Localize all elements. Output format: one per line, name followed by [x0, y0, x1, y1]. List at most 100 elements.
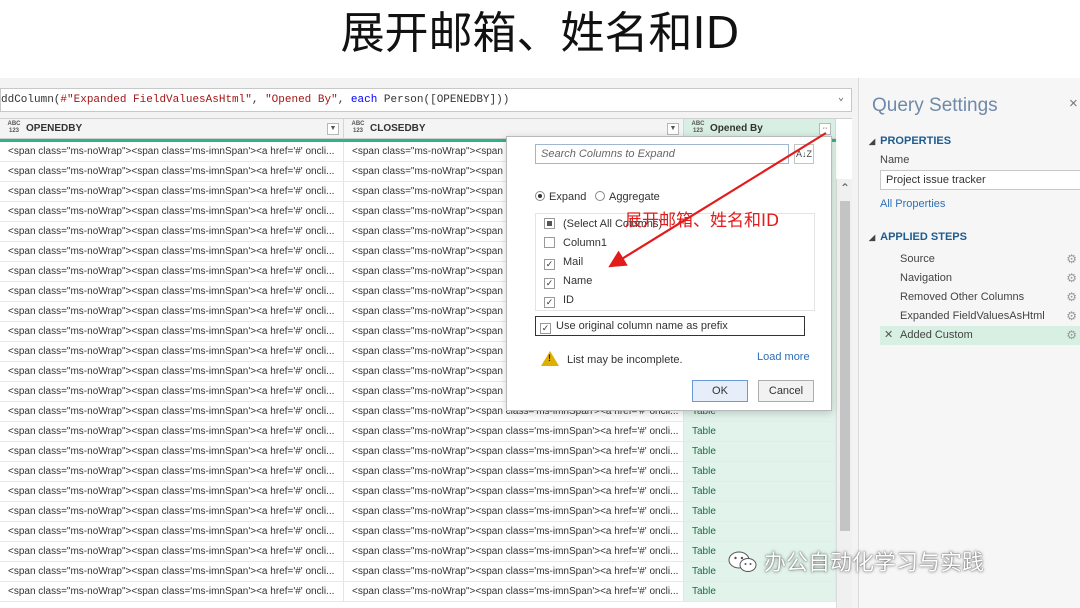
expand-column-icon[interactable]: ⇔ — [819, 123, 831, 135]
cell-openedby[interactable]: <span class="ms-noWrap"><span class='ms-… — [0, 342, 344, 361]
cell-openedby[interactable]: <span class="ms-noWrap"><span class='ms-… — [0, 482, 344, 501]
cell-openedby[interactable]: <span class="ms-noWrap"><span class='ms-… — [0, 502, 344, 521]
cell-openedby[interactable]: <span class="ms-noWrap"><span class='ms-… — [0, 582, 344, 601]
cell-openedby[interactable]: <span class="ms-noWrap"><span class='ms-… — [0, 562, 344, 581]
cell-openedby[interactable]: <span class="ms-noWrap"><span class='ms-… — [0, 402, 344, 421]
formula-rest: Person([OPENEDBY])) — [377, 94, 510, 106]
cell-openedby[interactable]: <span class="ms-noWrap"><span class='ms-… — [0, 222, 344, 241]
cell-opened-by[interactable]: Table — [684, 442, 836, 461]
column-header-openedby[interactable]: ABC 123 OPENEDBY ▼ — [0, 119, 344, 139]
table-row[interactable]: <span class="ms-noWrap"><span class='ms-… — [0, 462, 836, 482]
step-navigation[interactable]: Navigation ⚙ — [880, 269, 1080, 288]
scroll-up-icon[interactable]: ⌃ — [839, 182, 851, 195]
gear-icon[interactable]: ⚙ — [1066, 250, 1077, 269]
checkbox-use-prefix[interactable]: ✓ Use original column name as prefix — [535, 316, 805, 336]
formula-keyword: each — [350, 94, 378, 106]
cell-closedby[interactable]: <span class="ms-noWrap"><span class='ms-… — [344, 562, 684, 581]
cell-openedby[interactable]: <span class="ms-noWrap"><span class='ms-… — [0, 522, 344, 541]
cell-openedby[interactable]: <span class="ms-noWrap"><span class='ms-… — [0, 302, 344, 321]
cell-opened-by[interactable]: Table — [684, 422, 836, 441]
chevron-down-icon[interactable]: ⌄ — [835, 93, 847, 105]
scroll-thumb[interactable] — [840, 201, 850, 531]
slide: 展开邮箱、姓名和ID ddColumn(#"Expanded FieldValu… — [0, 0, 1080, 608]
formula-bar[interactable]: ddColumn(#"Expanded FieldValuesAsHtml", … — [0, 88, 852, 112]
cell-opened-by[interactable]: Table — [684, 522, 836, 541]
cell-openedby[interactable]: <span class="ms-noWrap"><span class='ms-… — [0, 262, 344, 281]
checkbox-id[interactable]: ✓ ID — [544, 291, 574, 309]
load-more-link[interactable]: Load more — [757, 351, 810, 363]
collapse-triangle-icon: ◢ — [869, 233, 876, 242]
cell-closedby[interactable]: <span class="ms-noWrap"><span class='ms-… — [344, 522, 684, 541]
table-row[interactable]: <span class="ms-noWrap"><span class='ms-… — [0, 442, 836, 462]
radio-expand[interactable]: Expand — [535, 191, 586, 203]
cell-openedby[interactable]: <span class="ms-noWrap"><span class='ms-… — [0, 282, 344, 301]
cell-closedby[interactable]: <span class="ms-noWrap"><span class='ms-… — [344, 462, 684, 481]
table-row[interactable]: <span class="ms-noWrap"><span class='ms-… — [0, 542, 836, 562]
cell-openedby[interactable]: <span class="ms-noWrap"><span class='ms-… — [0, 182, 344, 201]
checkbox-column1[interactable]: Column1 — [544, 234, 607, 252]
query-name-input[interactable]: Project issue tracker — [880, 170, 1080, 190]
applied-steps-list: Source ⚙ Navigation ⚙ Removed Other Column… — [880, 250, 1080, 346]
formula-sep2: , — [337, 94, 351, 106]
all-properties-link[interactable]: All Properties — [880, 198, 945, 210]
cell-closedby[interactable]: <span class="ms-noWrap"><span class='ms-… — [344, 502, 684, 521]
cell-closedby[interactable]: <span class="ms-noWrap"><span class='ms-… — [344, 582, 684, 601]
close-icon[interactable]: × — [1069, 95, 1078, 112]
cell-openedby[interactable]: <span class="ms-noWrap"><span class='ms-… — [0, 422, 344, 441]
radio-aggregate[interactable]: Aggregate — [595, 191, 660, 203]
applied-steps-section[interactable]: ◢ APPLIED STEPS — [869, 231, 967, 243]
table-row[interactable]: <span class="ms-noWrap"><span class='ms-… — [0, 502, 836, 522]
table-row[interactable]: <span class="ms-noWrap"><span class='ms-… — [0, 482, 836, 502]
checkbox-mail[interactable]: ✓ Mail — [544, 253, 583, 271]
step-source[interactable]: Source ⚙ — [880, 250, 1080, 269]
gear-icon[interactable]: ⚙ — [1066, 288, 1077, 307]
table-row[interactable]: <span class="ms-noWrap"><span class='ms-… — [0, 562, 836, 582]
table-row[interactable]: <span class="ms-noWrap"><span class='ms-… — [0, 522, 836, 542]
sort-icon[interactable]: A↓Z — [794, 144, 814, 164]
delete-step-icon[interactable]: ✕ — [884, 326, 893, 345]
column-name: OPENEDBY — [26, 123, 83, 134]
checkbox-name[interactable]: ✓ Name — [544, 272, 592, 290]
warning-icon — [541, 351, 559, 366]
ok-button[interactable]: OK — [692, 380, 748, 402]
slide-title: 展开邮箱、姓名和ID — [340, 8, 740, 59]
cell-closedby[interactable]: <span class="ms-noWrap"><span class='ms-… — [344, 542, 684, 561]
type-any-icon: ABC 123 — [7, 121, 21, 135]
cell-openedby[interactable]: <span class="ms-noWrap"><span class='ms-… — [0, 362, 344, 381]
cancel-button[interactable]: Cancel — [758, 380, 814, 402]
filter-dropdown-icon[interactable]: ▼ — [327, 123, 339, 135]
formula-sep1: , — [251, 94, 266, 106]
gear-icon[interactable]: ⚙ — [1066, 307, 1077, 326]
cell-closedby[interactable]: <span class="ms-noWrap"><span class='ms-… — [344, 442, 684, 461]
table-row[interactable]: <span class="ms-noWrap"><span class='ms-… — [0, 582, 836, 602]
formula-arg2: "Opened By" — [265, 94, 338, 106]
gear-icon[interactable]: ⚙ — [1066, 326, 1077, 345]
cell-opened-by[interactable]: Table — [684, 582, 836, 601]
filter-dropdown-icon[interactable]: ▼ — [667, 123, 679, 135]
cell-opened-by[interactable]: Table — [684, 462, 836, 481]
cell-openedby[interactable]: <span class="ms-noWrap"><span class='ms-… — [0, 442, 344, 461]
cell-opened-by[interactable]: Table — [684, 482, 836, 501]
gear-icon[interactable]: ⚙ — [1066, 269, 1077, 288]
step-removed-other-columns[interactable]: Removed Other Columns ⚙ — [880, 288, 1080, 307]
search-columns-input[interactable]: Search Columns to Expand — [535, 144, 789, 164]
cell-openedby[interactable]: <span class="ms-noWrap"><span class='ms-… — [0, 542, 344, 561]
step-expanded-fieldvaluesashtml[interactable]: Expanded FieldValuesAsHtml ⚙ — [880, 307, 1080, 326]
query-settings-title: Query Settings — [872, 95, 998, 116]
table-row[interactable]: <span class="ms-noWrap"><span class='ms-… — [0, 422, 836, 442]
cell-closedby[interactable]: <span class="ms-noWrap"><span class='ms-… — [344, 482, 684, 501]
cell-openedby[interactable]: <span class="ms-noWrap"><span class='ms-… — [0, 242, 344, 261]
cell-openedby[interactable]: <span class="ms-noWrap"><span class='ms-… — [0, 322, 344, 341]
properties-section[interactable]: ◢ PROPERTIES — [869, 135, 951, 147]
cell-opened-by[interactable]: Table — [684, 502, 836, 521]
cell-openedby[interactable]: <span class="ms-noWrap"><span class='ms-… — [0, 202, 344, 221]
vertical-scrollbar[interactable]: ⌃ — [836, 179, 852, 608]
cell-openedby[interactable]: <span class="ms-noWrap"><span class='ms-… — [0, 462, 344, 481]
step-added-custom[interactable]: ✕ Added Custom ⚙ — [880, 326, 1080, 345]
cell-openedby[interactable]: <span class="ms-noWrap"><span class='ms-… — [0, 142, 344, 161]
cell-closedby[interactable]: <span class="ms-noWrap"><span class='ms-… — [344, 422, 684, 441]
cell-openedby[interactable]: <span class="ms-noWrap"><span class='ms-… — [0, 162, 344, 181]
checkmark-icon: ✓ — [540, 323, 551, 334]
radio-empty-icon — [595, 191, 605, 201]
cell-openedby[interactable]: <span class="ms-noWrap"><span class='ms-… — [0, 382, 344, 401]
